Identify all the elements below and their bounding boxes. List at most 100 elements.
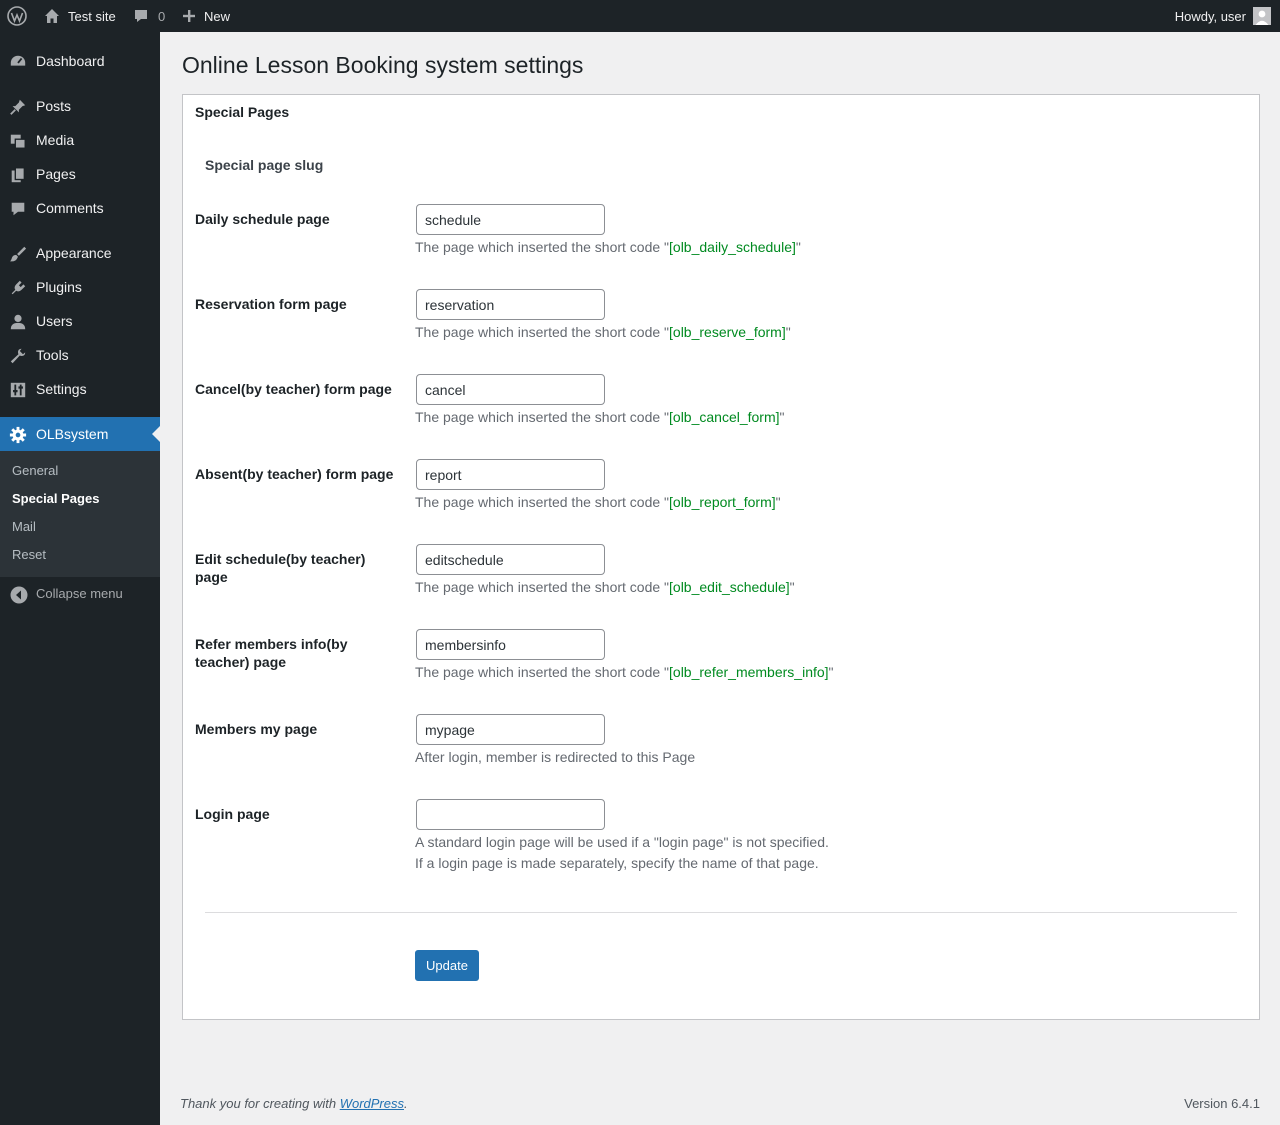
- description-text: ": [795, 239, 801, 255]
- update-button[interactable]: Update: [415, 950, 479, 981]
- shortcode: [olb_daily_schedule]: [669, 239, 796, 255]
- comments-count: 0: [158, 8, 166, 24]
- absent-form-label: Absent(by teacher) form page: [195, 466, 394, 482]
- site-home-link[interactable]: Test site: [44, 0, 116, 32]
- description-text: The page which inserted the short code ": [415, 239, 670, 255]
- sidebar-item-olbsystem[interactable]: OLBsystem: [0, 417, 160, 451]
- wordpress-link[interactable]: WordPress: [340, 1096, 404, 1111]
- divider: [205, 912, 1237, 913]
- submenu-item-general[interactable]: General: [12, 462, 58, 480]
- sidebar-item-pages[interactable]: Pages: [0, 157, 160, 191]
- submenu-item-special-pages[interactable]: Special Pages: [12, 490, 99, 508]
- sidebar-item-label: Pages: [36, 166, 76, 182]
- plugin-icon: [8, 278, 28, 298]
- collapse-menu-button[interactable]: Collapse menu: [0, 580, 160, 610]
- description-text: The page which inserted the short code ": [415, 579, 670, 595]
- settings-icon: [8, 380, 28, 400]
- sidebar-item-label: Users: [36, 313, 73, 329]
- page-title: Online Lesson Booking system settings: [182, 52, 584, 78]
- settings-panel: Special Pages Special page slug Daily sc…: [182, 94, 1260, 1020]
- footer-thanks-period: .: [404, 1096, 408, 1111]
- edit-schedule-input[interactable]: [416, 544, 605, 575]
- sidebar-item-label: Media: [36, 132, 75, 148]
- daily-schedule-description: The page which inserted the short code "…: [415, 237, 801, 258]
- wrench-icon: [8, 346, 28, 366]
- sidebar-item-users[interactable]: Users: [0, 304, 160, 338]
- sidebar-item-appearance[interactable]: Appearance: [0, 236, 160, 270]
- absent-form-input[interactable]: [416, 459, 605, 490]
- admin-bar: Test site 0 New Howdy, user: [0, 0, 1280, 32]
- footer-thanks: Thank you for creating with WordPress.: [180, 1096, 408, 1111]
- pin-icon: [8, 97, 28, 117]
- login-page-description-line2: If a login page is made separately, spec…: [415, 855, 819, 871]
- description-text: The page which inserted the short code ": [415, 664, 670, 680]
- refer-members-description: The page which inserted the short code "…: [415, 662, 834, 683]
- admin-sidebar: Dashboard Posts Media Pages Comments App…: [0, 32, 160, 1125]
- description-text: The page which inserted the short code ": [415, 494, 670, 510]
- sidebar-item-dashboard[interactable]: Dashboard: [0, 44, 160, 78]
- daily-schedule-label: Daily schedule page: [195, 211, 330, 227]
- login-page-input[interactable]: [416, 799, 605, 830]
- sidebar-item-label: OLBsystem: [36, 426, 109, 442]
- refer-members-label: Refer members info(by teacher) page: [195, 636, 348, 670]
- olbsystem-submenu: General Special Pages Mail Reset: [0, 451, 160, 577]
- sidebar-item-label: Tools: [36, 347, 69, 363]
- sidebar-item-tools[interactable]: Tools: [0, 338, 160, 372]
- members-mypage-input[interactable]: [416, 714, 605, 745]
- sidebar-item-settings[interactable]: Settings: [0, 372, 160, 406]
- home-icon: [44, 8, 60, 24]
- cancel-form-input[interactable]: [416, 374, 605, 405]
- account-menu[interactable]: Howdy, user: [1175, 0, 1271, 32]
- panel-heading: Special Pages: [195, 104, 290, 120]
- section-label: Special page slug: [205, 157, 324, 173]
- absent-form-description: The page which inserted the short code "…: [415, 492, 781, 513]
- reservation-form-description: The page which inserted the short code "…: [415, 322, 791, 343]
- description-text: ": [789, 579, 795, 595]
- sidebar-item-label: Dashboard: [36, 53, 105, 69]
- brush-icon: [8, 244, 28, 264]
- howdy-label: Howdy, user: [1174, 8, 1246, 24]
- submenu-item-mail[interactable]: Mail: [12, 518, 36, 536]
- sidebar-item-label: Posts: [36, 98, 72, 114]
- description-text: ": [828, 664, 834, 680]
- members-mypage-description: After login, member is redirected to thi…: [415, 749, 696, 765]
- edit-schedule-label: Edit schedule(by teacher) page: [195, 551, 366, 585]
- reservation-form-input[interactable]: [416, 289, 605, 320]
- description-text: ": [785, 324, 791, 340]
- shortcode: [olb_edit_schedule]: [669, 579, 790, 595]
- user-icon: [8, 312, 28, 332]
- daily-schedule-input[interactable]: [416, 204, 605, 235]
- pages-icon: [8, 165, 28, 185]
- description-text: The page which inserted the short code ": [415, 409, 670, 425]
- sidebar-item-plugins[interactable]: Plugins: [0, 270, 160, 304]
- sidebar-item-label: Plugins: [36, 279, 82, 295]
- shortcode: [olb_cancel_form]: [669, 409, 780, 425]
- sidebar-item-posts[interactable]: Posts: [0, 89, 160, 123]
- wordpress-logo-icon[interactable]: [7, 0, 27, 32]
- shortcode: [olb_report_form]: [669, 494, 776, 510]
- gear-icon: [8, 425, 28, 445]
- submenu-item-reset[interactable]: Reset: [12, 546, 46, 564]
- cancel-form-label: Cancel(by teacher) form page: [195, 381, 392, 397]
- avatar: [1253, 7, 1271, 25]
- sidebar-item-comments[interactable]: Comments: [0, 191, 160, 225]
- description-text: ": [775, 494, 781, 510]
- new-content-link[interactable]: New: [182, 0, 230, 32]
- cancel-form-description: The page which inserted the short code "…: [415, 407, 785, 428]
- description-text: ": [779, 409, 785, 425]
- shortcode: [olb_reserve_form]: [669, 324, 786, 340]
- collapse-menu-label: Collapse menu: [36, 586, 123, 601]
- comments-link[interactable]: 0: [133, 0, 165, 32]
- footer-thanks-text: Thank you for creating with: [180, 1096, 340, 1111]
- sidebar-item-media[interactable]: Media: [0, 123, 160, 157]
- refer-members-input[interactable]: [416, 629, 605, 660]
- comment-icon: [133, 8, 149, 24]
- dashboard-icon: [8, 52, 28, 72]
- sidebar-item-label: Settings: [36, 381, 87, 397]
- site-name: Test site: [68, 8, 116, 24]
- sidebar-item-label: Appearance: [36, 245, 112, 261]
- collapse-arrow-icon: [10, 586, 28, 607]
- footer-version: Version 6.4.1: [1184, 1096, 1260, 1111]
- reservation-form-label: Reservation form page: [195, 296, 347, 312]
- login-page-label: Login page: [195, 806, 270, 822]
